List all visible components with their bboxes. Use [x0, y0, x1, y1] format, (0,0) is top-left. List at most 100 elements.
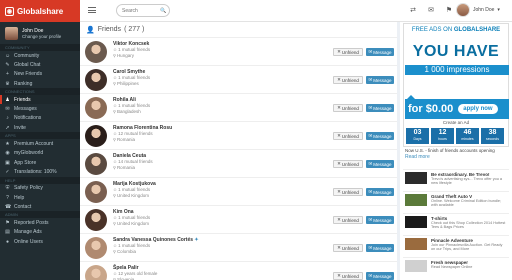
sidebar-item-label: Ranking [14, 80, 33, 87]
sidebar-item-new-friends[interactable]: + New Friends [0, 70, 80, 79]
user-icon: ♟ [5, 96, 10, 103]
page-title: Friends [97, 26, 122, 33]
friend-avatar[interactable] [85, 237, 107, 259]
unfriend-button[interactable]: ✕ Unfriend [333, 272, 363, 280]
message-button[interactable]: ✉ Message [366, 188, 394, 196]
message-button[interactable]: ✉ Message [366, 76, 394, 84]
sidebar-item-translations-100[interactable]: ✓ Translations: 100% [0, 167, 80, 176]
sidebar-item-label: Safety Policy [14, 185, 43, 192]
sidebar-item-contact[interactable]: ☎ Contact [0, 202, 80, 211]
message-button[interactable]: ✉ Message [366, 216, 394, 224]
envelope-icon: ✉ [368, 105, 373, 110]
sponsored-ad[interactable]: Fresh newspaper Read Newspaper Online [403, 257, 509, 273]
message-button[interactable]: ✉ Message [366, 160, 394, 168]
sidebar-item-reported-posts[interactable]: ⚑ Reported Posts [0, 218, 80, 227]
search-input[interactable] [122, 7, 160, 14]
location-icon: ⚲ [113, 109, 116, 114]
friend-info: Daniela Ceuta ☺14 mutual friends ⚲Romania [113, 153, 153, 171]
apply-now-button[interactable]: apply now [458, 104, 498, 114]
friend-row: Sandra Vanessa Quinones Cortés ✦ ☺1 mutua… [80, 234, 397, 262]
unfriend-button[interactable]: ✕ Unfriend [333, 76, 363, 84]
unfriend-button[interactable]: ✕ Unfriend [333, 104, 363, 112]
unfriend-button[interactable]: ✕ Unfriend [333, 216, 363, 224]
unfriend-button[interactable]: ✕ Unfriend [333, 48, 363, 56]
bell-icon: ♪ [6, 115, 9, 122]
unfriend-button[interactable]: ✕ Unfriend [333, 160, 363, 168]
sidebar-item-help[interactable]: ? Help [0, 193, 80, 202]
sponsored-ad[interactable]: Pinnacle Adventure Join our Pinnaclesvill… [403, 235, 509, 251]
unfriend-button[interactable]: ✕ Unfriend [333, 244, 363, 252]
message-button[interactable]: ✉ Message [366, 132, 394, 140]
sidebar-item-myglobworld[interactable]: ◉ myGlobworld [0, 149, 80, 158]
message-button[interactable]: ✉ Message [366, 104, 394, 112]
sidebar-item-manage-ads[interactable]: ▤ Manage Ads [0, 228, 80, 237]
friend-avatar[interactable] [85, 181, 107, 203]
sidebar: John Doe Change your profile Community ☺ C… [0, 22, 80, 280]
refresh-icon[interactable]: ⇄ [408, 5, 418, 15]
friend-row: Špela Palir ☺12 years old female ⚲Slovenia… [80, 262, 397, 280]
message-button[interactable]: ✉ Message [366, 272, 394, 280]
sidebar-item-ranking[interactable]: ♛ Ranking [0, 79, 80, 88]
friend-avatar[interactable] [85, 209, 107, 231]
users-icon: ☺ [113, 271, 118, 276]
brand-name: Globalshare [17, 6, 64, 16]
search-box[interactable]: 🔍 [116, 4, 170, 17]
sidebar-item-label: myGlobworld [14, 150, 44, 157]
countdown-cell: 46 minutes [456, 128, 479, 144]
envelope-icon: ✉ [5, 106, 10, 113]
users-icon: ☺ [113, 243, 118, 248]
sidebar-item-label: Invite [14, 124, 26, 131]
close-icon: ✕ [337, 273, 341, 278]
search-icon[interactable]: 🔍 [160, 8, 166, 14]
envelope-icon[interactable]: ✉ [426, 5, 436, 15]
shield-icon: ⛨ [5, 185, 10, 192]
friend-avatar[interactable] [85, 153, 107, 175]
sidebar-item-global-chat[interactable]: ✎ Global Chat [0, 60, 80, 69]
sidebar-item-safety-policy[interactable]: ⛨ Safety Policy [0, 184, 80, 193]
friend-avatar[interactable] [85, 265, 107, 280]
notifications-icon[interactable]: ⚑ [444, 5, 454, 15]
location-icon: ⚲ [113, 249, 116, 254]
sidebar-item-friends[interactable]: ♟ Friends [0, 95, 80, 105]
close-icon: ✕ [337, 49, 341, 54]
sidebar-item-premium-account[interactable]: ★ Premium Account [0, 139, 80, 148]
friend-row: Rohila Ali ☺1 mutual friends ⚲Bangladesh ✕ U… [80, 94, 397, 122]
sidebar-item-app-store[interactable]: ▣ App Store [0, 158, 80, 167]
sidebar-item-label: Contact [14, 203, 32, 210]
create-ad-link[interactable]: Create an Ad [404, 120, 508, 125]
change-profile-link[interactable]: Change your profile [22, 34, 61, 39]
message-button[interactable]: ✉ Message [366, 48, 394, 56]
friend-avatar[interactable] [85, 69, 107, 91]
sidebar-item-online-users[interactable]: ● Online Users [0, 237, 80, 246]
sidebar-item-community[interactable]: ☺ Community [0, 51, 80, 60]
sidebar-item-label: Friends [14, 96, 31, 103]
ad-description: Online. Welcome Criminal Edition bundle;… [431, 199, 501, 208]
read-more-link[interactable]: Read more [405, 154, 430, 160]
sponsored-ad[interactable]: Be extraordinary. Be Trevo! Trevo's adver… [403, 169, 509, 185]
menu-toggle-icon[interactable] [87, 5, 97, 15]
sidebar-item-notifications[interactable]: ♪ Notifications [0, 114, 80, 123]
trophy-icon: ♛ [5, 80, 10, 87]
sponsored-ad[interactable]: T-shirts Check out this Shop Collection 2… [403, 213, 509, 229]
friend-avatar[interactable] [85, 41, 107, 63]
ad-description: Check out this Shop Collection 2014 Hott… [431, 221, 506, 230]
friend-info: Sandra Vanessa Quinones Cortés ✦ ☺1 mutua… [113, 237, 199, 255]
friend-row: Marija Kostjukova ☺1 mutual friends ⚲Unite… [80, 178, 397, 206]
avatar [5, 26, 18, 40]
users-icon: ☺ [113, 103, 118, 108]
sidebar-item-messages[interactable]: ✉ Messages [0, 104, 80, 113]
brand-logo[interactable]: ◉ Globalshare [0, 0, 80, 22]
friend-avatar[interactable] [85, 125, 107, 147]
ad-description: Trevo's advertising sys... Trevo offer y… [431, 177, 502, 186]
sponsored-ad[interactable]: Grand Theft Auto V Online. Welcome Crimin… [403, 191, 509, 207]
unfriend-button[interactable]: ✕ Unfriend [333, 188, 363, 196]
friend-avatar[interactable] [85, 97, 107, 119]
chevron-down-icon: ▾ [497, 7, 500, 13]
message-button[interactable]: ✉ Message [366, 244, 394, 252]
sidebar-item-invite[interactable]: ➚ Invite [0, 123, 80, 132]
user-panel[interactable]: John Doe Change your profile [0, 22, 80, 44]
unfriend-button[interactable]: ✕ Unfriend [333, 132, 363, 140]
user-menu[interactable]: John Doe ▾ [456, 3, 500, 17]
sidebar-item-label: Translations: 100% [14, 168, 57, 175]
friends-count: ( 277 ) [124, 26, 145, 33]
